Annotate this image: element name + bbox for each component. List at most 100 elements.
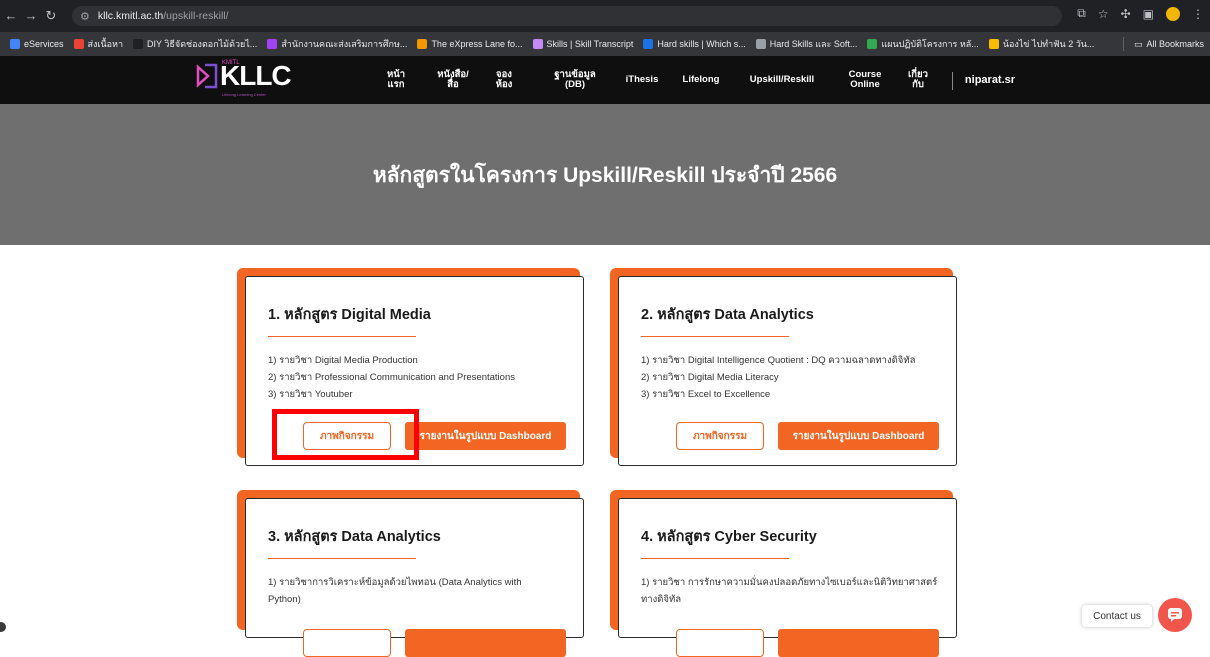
bookmark-item[interactable]: น้องไข่ ไปทำฟัน 2 วัน... — [988, 37, 1095, 51]
all-bookmarks[interactable]: ▭ All Bookmarks — [1122, 32, 1204, 56]
nav-item[interactable]: เกี่ยว กับ — [903, 56, 933, 104]
extensions-icon[interactable]: ✣ — [1121, 7, 1131, 21]
nav-item[interactable]: ฐานข้อมูล (DB) — [545, 56, 605, 104]
site-header: KLLC KMITL Lifelong Learning Center หน้า… — [0, 56, 1210, 104]
url-host: kllc.kmitl.ac.th — [97, 10, 164, 22]
bookmark-favicon-icon — [755, 39, 766, 49]
forward-icon[interactable]: → — [22, 8, 40, 23]
card-title: 1. หลักสูตร Digital Media — [268, 307, 431, 323]
bookmarks-divider — [1122, 37, 1124, 51]
bookmark-favicon-icon — [10, 39, 20, 49]
dashboard-report-button[interactable] — [405, 629, 566, 657]
bookmark-favicon-icon — [133, 39, 144, 49]
card-body: 4. หลักสูตร Cyber Security 1) รายวิชา การ… — [618, 498, 957, 657]
bookmark-label: Hard skills | Which s... — [657, 39, 746, 49]
logo-subtitle: Lifelong Learning Center — [222, 92, 266, 97]
dashboard-report-button[interactable]: รายงานในรูปแบบ Dashboard — [405, 422, 566, 450]
chat-icon — [1168, 608, 1182, 622]
course-card: 3. หลักสูตร Data Analytics 1) รายวิชาการว… — [237, 490, 594, 657]
bookmark-favicon-icon — [867, 39, 878, 49]
bookmark-favicon-icon — [532, 39, 543, 49]
card-divider — [268, 336, 416, 337]
chat-button[interactable] — [1158, 598, 1192, 632]
page-title: หลักสูตรในโครงการ Upskill/Reskill ประจำป… — [372, 164, 838, 187]
bookmark-label: แผนปฏิบัติโครงการ หลั... — [881, 39, 979, 49]
browser-toolbar: ← → ↻ ⚙ kllc.kmitl.ac.th/upskill-reskill… — [0, 0, 1210, 32]
user-divider — [952, 72, 953, 90]
card-divider — [641, 558, 789, 559]
course-subject: Python) — [268, 594, 301, 605]
address-bar[interactable]: ⚙ kllc.kmitl.ac.th/upskill-reskill/ — [72, 6, 1062, 26]
dashboard-report-button[interactable] — [778, 629, 939, 657]
bookmark-item[interactable]: eServices — [10, 39, 64, 49]
back-icon[interactable]: ← — [2, 8, 20, 23]
bookmark-favicon-icon — [643, 39, 654, 49]
folder-icon: ▭ — [1133, 38, 1143, 49]
profile-avatar[interactable] — [1166, 6, 1180, 21]
nav-item[interactable]: Lifelong — [678, 56, 724, 104]
bookmark-label: eServices — [24, 39, 64, 49]
activity-photos-button[interactable] — [676, 629, 764, 657]
bookmark-star-icon[interactable]: ☆ — [1098, 7, 1109, 21]
nav-item[interactable]: Course Online — [840, 56, 890, 104]
translate-icon[interactable]: ⧉ — [1077, 6, 1086, 21]
sidepanel-icon[interactable]: ▣ — [1143, 7, 1154, 21]
activity-photos-button[interactable]: ภาพกิจกรรม — [676, 422, 764, 450]
course-card: 4. หลักสูตร Cyber Security 1) รายวิชา การ… — [610, 490, 967, 657]
card-title: 2. หลักสูตร Data Analytics — [641, 307, 814, 323]
card-body: 3. หลักสูตร Data Analytics 1) รายวิชาการว… — [245, 498, 584, 657]
nav-item[interactable]: จอง ห้อง — [488, 56, 520, 104]
course-subject: 3) รายวิชา Youtuber — [268, 389, 353, 400]
bookmark-item[interactable]: DIY วิธีจัดช่องดอกไม้ด้วยไ... — [133, 37, 257, 51]
course-subject: 2) รายวิชา Professional Communication an… — [268, 372, 515, 383]
card-divider — [641, 336, 789, 337]
all-bookmarks-label: All Bookmarks — [1146, 39, 1204, 49]
bookmark-item[interactable]: Skills | Skill Transcript — [532, 39, 634, 49]
course-card: 2. หลักสูตร Data Analytics 1) รายวิชา Dig… — [610, 268, 967, 468]
logo-mark-icon — [196, 63, 218, 89]
site-info-icon[interactable]: ⚙ — [80, 10, 90, 23]
bookmark-favicon-icon — [417, 39, 428, 49]
activity-photos-button[interactable] — [303, 629, 391, 657]
hero-banner: หลักสูตรในโครงการ Upskill/Reskill ประจำป… — [0, 104, 1210, 245]
card-divider — [268, 558, 416, 559]
bookmark-item[interactable]: The eXpress Lane fo... — [417, 39, 523, 49]
bookmark-label: สำนักงานคณะส่งเสริมการศึกษ... — [281, 39, 408, 49]
bookmark-favicon-icon — [73, 39, 84, 49]
kllc-logo[interactable]: KLLC KMITL Lifelong Learning Center — [196, 60, 292, 97]
logo-kmitl: KMITL — [222, 60, 240, 66]
course-subject: ทางดิจิทัล — [641, 594, 682, 605]
logo-text: KLLC — [220, 60, 292, 91]
course-subject: 2) รายวิชา Digital Media Literacy — [641, 372, 779, 383]
highlight-annotation — [272, 409, 419, 460]
card-title: 3. หลักสูตร Data Analytics — [268, 529, 441, 545]
course-subject: 1) รายวิชา Digital Intelligence Quotient… — [641, 355, 916, 366]
nav-item[interactable]: iThesis — [618, 56, 666, 104]
nav-item[interactable]: หนังสือ/ สื่อ — [430, 56, 476, 104]
contact-us-label[interactable]: Contact us — [1082, 605, 1152, 627]
course-subject: 1) รายวิชา การรักษาความมั่นคงปลอดภัยทางไ… — [641, 577, 938, 588]
bookmark-item[interactable]: แผนปฏิบัติโครงการ หลั... — [867, 37, 979, 51]
bookmark-favicon-icon — [988, 39, 999, 49]
bookmark-item[interactable]: Hard Skills และ Soft... — [755, 37, 858, 51]
bookmark-label: น้องไข่ ไปทำฟัน 2 วัน... — [1002, 39, 1095, 49]
bookmark-label: DIY วิธีจัดช่องดอกไม้ด้วยไ... — [147, 39, 258, 49]
nav-item[interactable]: Upskill/Reskill — [742, 56, 822, 104]
user-menu[interactable]: niparat.sr — [960, 56, 1020, 104]
bookmark-label: ส่งเนื้อหา — [87, 39, 124, 49]
reload-icon[interactable]: ↻ — [42, 8, 60, 24]
course-subject: 1) รายวิชา Digital Media Production — [268, 355, 418, 366]
bookmark-item[interactable]: ส่งเนื้อหา — [73, 37, 124, 51]
bookmark-item[interactable]: Hard skills | Which s... — [643, 39, 746, 49]
bookmark-label: Hard Skills และ Soft... — [769, 39, 858, 49]
bookmark-label: The eXpress Lane fo... — [431, 39, 523, 49]
menu-dots-icon[interactable]: ⋮ — [1192, 7, 1204, 21]
bookmark-label: Skills | Skill Transcript — [546, 39, 634, 49]
nav-item[interactable]: หน้า แรก — [376, 56, 416, 104]
dashboard-report-button[interactable]: รายงานในรูปแบบ Dashboard — [778, 422, 939, 450]
bookmark-favicon-icon — [267, 39, 278, 49]
bookmark-item[interactable]: สำนักงานคณะส่งเสริมการศึกษ... — [267, 37, 407, 51]
scroll-indicator — [0, 622, 6, 632]
card-title: 4. หลักสูตร Cyber Security — [641, 529, 817, 545]
card-body: 2. หลักสูตร Data Analytics 1) รายวิชา Dig… — [618, 276, 957, 466]
